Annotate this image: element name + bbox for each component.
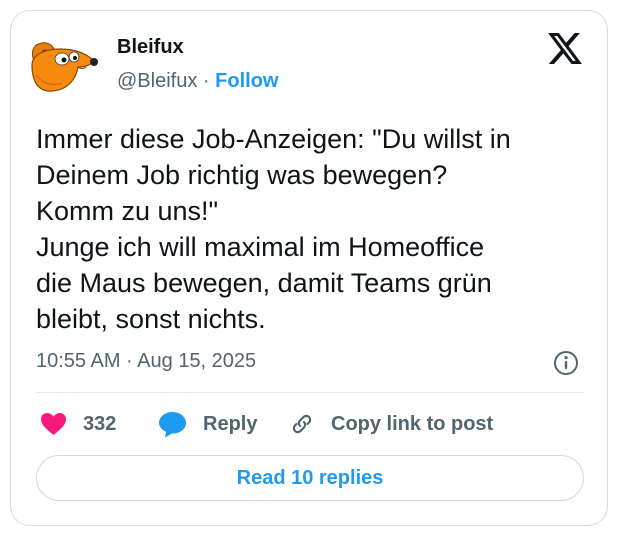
fox-avatar-icon[interactable] [28,35,100,95]
tweet-text: Immer diese Job-Anzeigen: "Du willst in … [36,124,511,334]
follow-button[interactable]: Follow [215,70,278,92]
link-icon [292,414,312,434]
like-count: 332 [83,412,117,435]
divider [36,392,584,393]
like-button[interactable]: 332 [40,409,116,439]
author-name[interactable]: Bleifux [117,36,184,59]
reply-label: Reply [203,412,258,435]
heart-icon [41,413,66,435]
x-logo-icon[interactable] [548,33,582,64]
author-handle-row: @Bleifux · Follow [117,70,278,93]
reply-button[interactable]: Reply [158,409,257,439]
read-replies-label: Read 10 replies [236,466,384,489]
separator-dot: · [202,70,210,92]
read-replies-button[interactable]: Read 10 replies [36,455,584,501]
tweet-timestamp[interactable]: 10:55 AM · Aug 15, 2025 [36,350,256,373]
info-icon[interactable] [553,350,579,376]
copy-link-button[interactable]: Copy link to post [289,409,493,439]
author-handle[interactable]: @Bleifux [117,70,197,92]
speech-bubble-icon [159,411,186,437]
copy-link-label: Copy link to post [331,412,494,435]
